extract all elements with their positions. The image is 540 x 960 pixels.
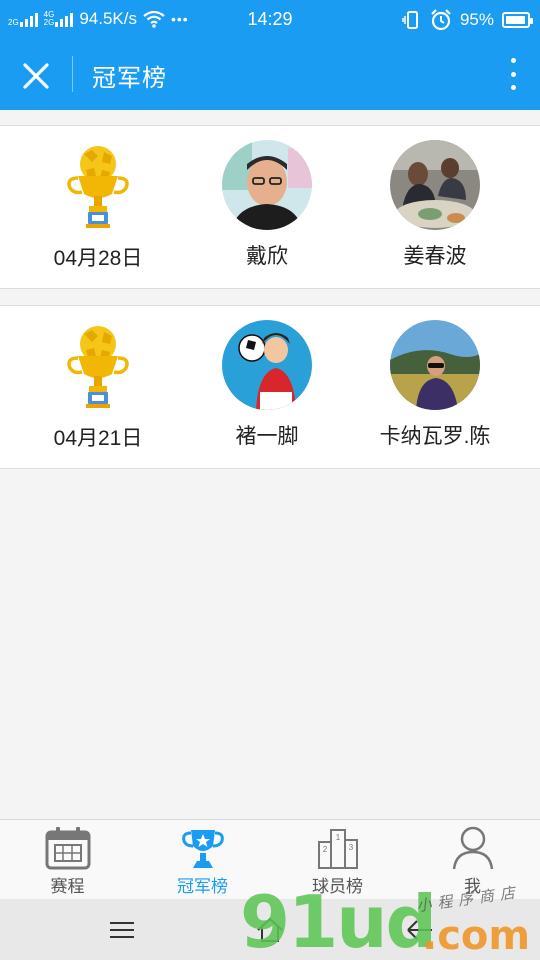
podium-number: 3 <box>348 843 353 852</box>
week-cell: 04月21日 <box>8 320 188 452</box>
second-place-cell[interactable]: 姜春波 <box>345 140 525 270</box>
second-place-cell[interactable]: 卡纳瓦罗.陈 <box>345 320 525 450</box>
status-bar: 2G 4G 2G 94.5K/s ••• 14:29 95% <box>0 0 540 38</box>
page-title: 冠军榜 <box>92 65 167 92</box>
podium-number: 1 <box>335 833 340 842</box>
more-dot-icon <box>510 85 516 90</box>
trophy-icon <box>52 320 144 412</box>
alarm-icon <box>431 9 451 31</box>
more-dot-icon <box>510 58 516 63</box>
vibrate-icon <box>402 11 418 29</box>
week-date: 04月28日 <box>53 247 143 270</box>
close-icon <box>23 63 49 89</box>
battery-percent: 95% <box>459 10 494 29</box>
second-place-name: 卡纳瓦罗.陈 <box>379 425 491 448</box>
podium-number: 2 <box>322 845 327 854</box>
avatar-photo <box>222 320 312 410</box>
second-place-name: 姜春波 <box>403 245 467 268</box>
first-place-cell[interactable]: 戴欣 <box>177 140 357 270</box>
header-divider <box>72 56 73 92</box>
avatar-photo <box>390 140 480 230</box>
first-place-cell[interactable]: 褚一脚 <box>177 320 357 450</box>
bottom-tab-bar: 赛程 冠军榜 1 2 3 球员榜 我 <box>0 819 540 899</box>
trophy-icon <box>52 140 144 232</box>
more-menu-button[interactable] <box>508 58 518 90</box>
champion-card[interactable]: 04月28日 戴欣 姜春波 <box>0 125 540 289</box>
menu-icon[interactable] <box>106 915 138 945</box>
avatar-photo <box>390 320 480 410</box>
podium-icon: 1 2 3 <box>317 829 358 869</box>
status-right: 95% <box>402 9 533 31</box>
week-cell: 04月28日 <box>8 140 188 272</box>
tab-label: 我 <box>464 877 481 896</box>
avatar[interactable] <box>390 140 480 230</box>
avatar-photo <box>222 140 312 230</box>
tab-label: 冠军榜 <box>177 877 228 896</box>
trophy-icon <box>181 830 224 868</box>
home-icon[interactable] <box>254 915 286 945</box>
champion-card[interactable]: 04月21日 褚一脚 卡纳瓦罗.陈 <box>0 305 540 469</box>
battery-icon <box>502 12 533 28</box>
tab-schedule[interactable]: 赛程 <box>0 826 135 897</box>
avatar[interactable] <box>222 140 312 230</box>
calendar-icon <box>45 827 90 870</box>
tab-player-rankings[interactable]: 1 2 3 球员榜 <box>270 826 405 897</box>
system-nav-bar <box>0 899 540 960</box>
avatar[interactable] <box>222 320 312 410</box>
back-icon[interactable] <box>404 915 436 945</box>
week-date: 04月21日 <box>53 427 143 450</box>
first-place-name: 戴欣 <box>246 245 288 268</box>
tab-label: 赛程 <box>50 877 85 896</box>
tab-champions[interactable]: 冠军榜 <box>135 826 270 897</box>
first-place-name: 褚一脚 <box>235 425 299 448</box>
app-header: 冠军榜 <box>0 38 540 110</box>
tab-label: 球员榜 <box>312 877 363 896</box>
close-button[interactable] <box>18 58 54 94</box>
avatar[interactable] <box>390 320 480 410</box>
more-dot-icon <box>510 71 516 77</box>
tab-me[interactable]: 我 <box>405 826 540 897</box>
person-icon <box>452 826 493 870</box>
